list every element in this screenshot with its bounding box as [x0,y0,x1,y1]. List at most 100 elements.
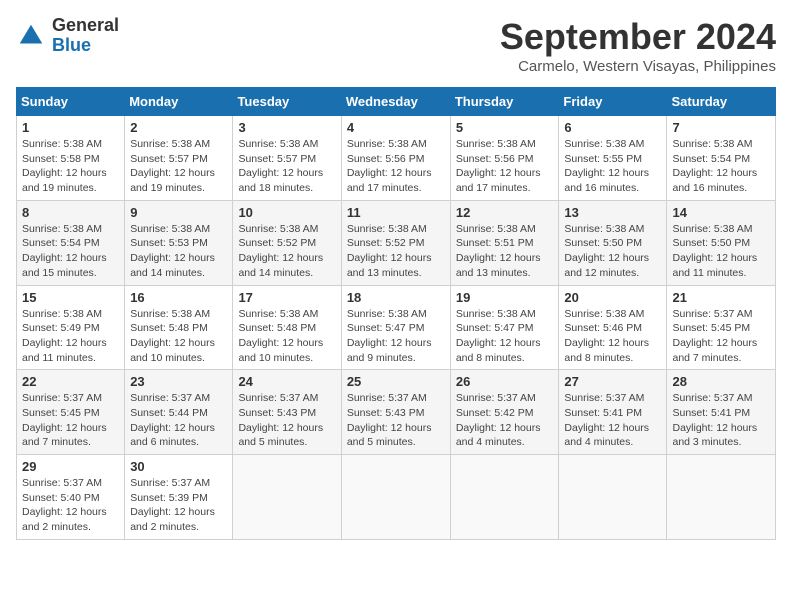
table-row: 18 Sunrise: 5:38 AM Sunset: 5:47 PM Dayl… [341,285,450,370]
header-saturday: Saturday [667,88,776,116]
day-number: 10 [238,205,335,220]
table-row: 30 Sunrise: 5:37 AM Sunset: 5:39 PM Dayl… [125,455,233,540]
table-row: 20 Sunrise: 5:38 AM Sunset: 5:46 PM Dayl… [559,285,667,370]
day-info: Sunrise: 5:38 AM Sunset: 5:47 PM Dayligh… [456,307,554,366]
table-row: 26 Sunrise: 5:37 AM Sunset: 5:42 PM Dayl… [450,370,559,455]
table-row: 1 Sunrise: 5:38 AM Sunset: 5:58 PM Dayli… [17,116,125,201]
table-row: 24 Sunrise: 5:37 AM Sunset: 5:43 PM Dayl… [233,370,341,455]
day-number: 28 [672,374,770,389]
table-row: 11 Sunrise: 5:38 AM Sunset: 5:52 PM Dayl… [341,200,450,285]
table-row: 6 Sunrise: 5:38 AM Sunset: 5:55 PM Dayli… [559,116,667,201]
calendar-week-row: 15 Sunrise: 5:38 AM Sunset: 5:49 PM Dayl… [17,285,776,370]
day-number: 21 [672,290,770,305]
day-info: Sunrise: 5:38 AM Sunset: 5:50 PM Dayligh… [564,222,661,281]
table-row: 21 Sunrise: 5:37 AM Sunset: 5:45 PM Dayl… [667,285,776,370]
day-number: 2 [130,120,227,135]
day-info: Sunrise: 5:38 AM Sunset: 5:54 PM Dayligh… [672,137,770,196]
table-row [667,455,776,540]
header-thursday: Thursday [450,88,559,116]
table-row: 29 Sunrise: 5:37 AM Sunset: 5:40 PM Dayl… [17,455,125,540]
day-number: 19 [456,290,554,305]
table-row: 19 Sunrise: 5:38 AM Sunset: 5:47 PM Dayl… [450,285,559,370]
table-row: 4 Sunrise: 5:38 AM Sunset: 5:56 PM Dayli… [341,116,450,201]
day-info: Sunrise: 5:37 AM Sunset: 5:44 PM Dayligh… [130,391,227,450]
day-info: Sunrise: 5:37 AM Sunset: 5:42 PM Dayligh… [456,391,554,450]
table-row: 9 Sunrise: 5:38 AM Sunset: 5:53 PM Dayli… [125,200,233,285]
table-row: 3 Sunrise: 5:38 AM Sunset: 5:57 PM Dayli… [233,116,341,201]
day-info: Sunrise: 5:38 AM Sunset: 5:49 PM Dayligh… [22,307,119,366]
table-row: 10 Sunrise: 5:38 AM Sunset: 5:52 PM Dayl… [233,200,341,285]
table-row: 7 Sunrise: 5:38 AM Sunset: 5:54 PM Dayli… [667,116,776,201]
day-number: 23 [130,374,227,389]
table-row: 13 Sunrise: 5:38 AM Sunset: 5:50 PM Dayl… [559,200,667,285]
table-row [559,455,667,540]
table-row: 23 Sunrise: 5:37 AM Sunset: 5:44 PM Dayl… [125,370,233,455]
title-area: September 2024 Carmelo, Western Visayas,… [500,16,776,75]
day-number: 4 [347,120,445,135]
table-row: 8 Sunrise: 5:38 AM Sunset: 5:54 PM Dayli… [17,200,125,285]
day-number: 24 [238,374,335,389]
day-number: 25 [347,374,445,389]
day-number: 29 [22,459,119,474]
day-number: 12 [456,205,554,220]
day-info: Sunrise: 5:38 AM Sunset: 5:52 PM Dayligh… [347,222,445,281]
day-info: Sunrise: 5:38 AM Sunset: 5:46 PM Dayligh… [564,307,661,366]
logo: General Blue [16,16,119,56]
day-info: Sunrise: 5:38 AM Sunset: 5:56 PM Dayligh… [456,137,554,196]
table-row: 27 Sunrise: 5:37 AM Sunset: 5:41 PM Dayl… [559,370,667,455]
day-number: 27 [564,374,661,389]
calendar-week-row: 22 Sunrise: 5:37 AM Sunset: 5:45 PM Dayl… [17,370,776,455]
calendar-week-row: 8 Sunrise: 5:38 AM Sunset: 5:54 PM Dayli… [17,200,776,285]
day-info: Sunrise: 5:38 AM Sunset: 5:48 PM Dayligh… [130,307,227,366]
day-info: Sunrise: 5:38 AM Sunset: 5:58 PM Dayligh… [22,137,119,196]
day-number: 15 [22,290,119,305]
day-number: 5 [456,120,554,135]
table-row: 5 Sunrise: 5:38 AM Sunset: 5:56 PM Dayli… [450,116,559,201]
day-info: Sunrise: 5:37 AM Sunset: 5:40 PM Dayligh… [22,476,119,535]
table-row [450,455,559,540]
day-number: 6 [564,120,661,135]
logo-general-text: General [52,16,119,36]
page-header: General Blue September 2024 Carmelo, Wes… [16,16,776,75]
table-row: 25 Sunrise: 5:37 AM Sunset: 5:43 PM Dayl… [341,370,450,455]
calendar-header-row: Sunday Monday Tuesday Wednesday Thursday… [17,88,776,116]
day-number: 3 [238,120,335,135]
day-info: Sunrise: 5:38 AM Sunset: 5:57 PM Dayligh… [238,137,335,196]
table-row [233,455,341,540]
day-info: Sunrise: 5:37 AM Sunset: 5:43 PM Dayligh… [347,391,445,450]
table-row [341,455,450,540]
day-info: Sunrise: 5:38 AM Sunset: 5:47 PM Dayligh… [347,307,445,366]
day-info: Sunrise: 5:37 AM Sunset: 5:39 PM Dayligh… [130,476,227,535]
day-number: 20 [564,290,661,305]
day-number: 18 [347,290,445,305]
table-row: 16 Sunrise: 5:38 AM Sunset: 5:48 PM Dayl… [125,285,233,370]
day-number: 17 [238,290,335,305]
day-info: Sunrise: 5:38 AM Sunset: 5:55 PM Dayligh… [564,137,661,196]
day-info: Sunrise: 5:37 AM Sunset: 5:43 PM Dayligh… [238,391,335,450]
logo-icon [16,21,46,51]
day-number: 9 [130,205,227,220]
table-row: 15 Sunrise: 5:38 AM Sunset: 5:49 PM Dayl… [17,285,125,370]
day-info: Sunrise: 5:38 AM Sunset: 5:57 PM Dayligh… [130,137,227,196]
day-number: 14 [672,205,770,220]
day-info: Sunrise: 5:38 AM Sunset: 5:54 PM Dayligh… [22,222,119,281]
day-info: Sunrise: 5:38 AM Sunset: 5:56 PM Dayligh… [347,137,445,196]
day-number: 1 [22,120,119,135]
day-info: Sunrise: 5:38 AM Sunset: 5:50 PM Dayligh… [672,222,770,281]
table-row: 2 Sunrise: 5:38 AM Sunset: 5:57 PM Dayli… [125,116,233,201]
day-info: Sunrise: 5:38 AM Sunset: 5:53 PM Dayligh… [130,222,227,281]
table-row: 17 Sunrise: 5:38 AM Sunset: 5:48 PM Dayl… [233,285,341,370]
table-row: 14 Sunrise: 5:38 AM Sunset: 5:50 PM Dayl… [667,200,776,285]
day-number: 7 [672,120,770,135]
logo-blue-text: Blue [52,36,119,56]
table-row: 12 Sunrise: 5:38 AM Sunset: 5:51 PM Dayl… [450,200,559,285]
header-friday: Friday [559,88,667,116]
location-subtitle: Carmelo, Western Visayas, Philippines [500,58,776,75]
calendar-table: Sunday Monday Tuesday Wednesday Thursday… [16,87,776,540]
day-number: 11 [347,205,445,220]
day-info: Sunrise: 5:37 AM Sunset: 5:45 PM Dayligh… [672,307,770,366]
day-number: 22 [22,374,119,389]
header-monday: Monday [125,88,233,116]
day-info: Sunrise: 5:37 AM Sunset: 5:41 PM Dayligh… [564,391,661,450]
calendar-week-row: 1 Sunrise: 5:38 AM Sunset: 5:58 PM Dayli… [17,116,776,201]
